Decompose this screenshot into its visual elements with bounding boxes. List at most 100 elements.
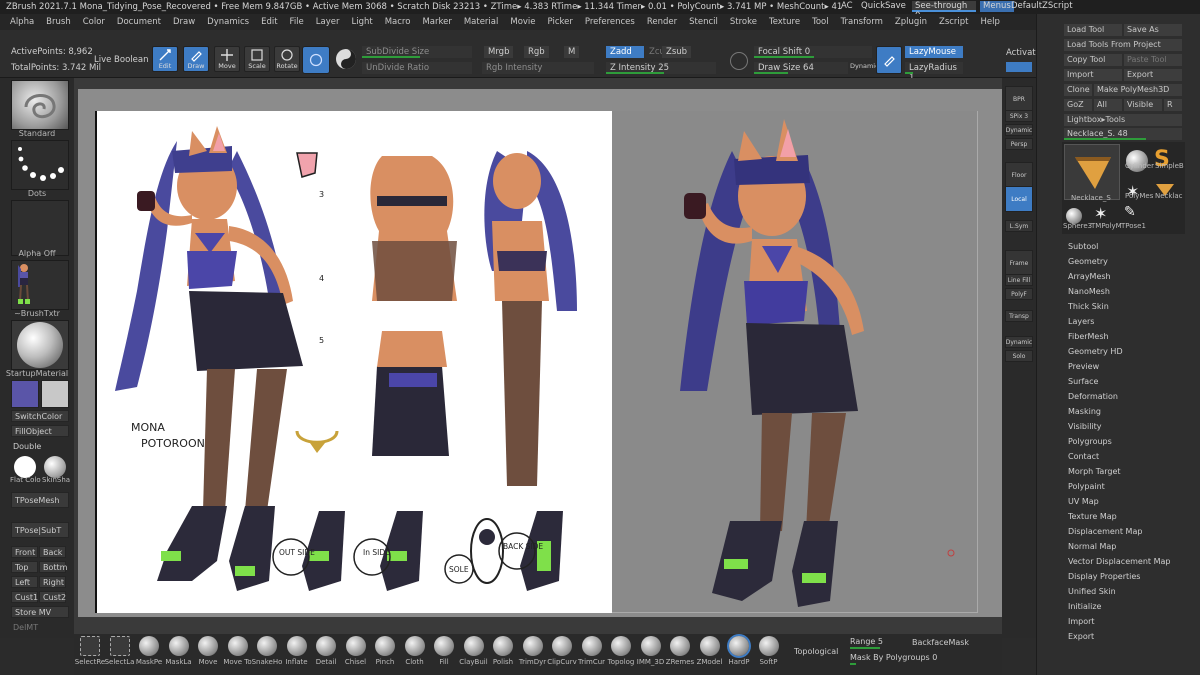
brush-snakeho[interactable]: SnakeHo: [252, 636, 282, 672]
tool-button-load-tool[interactable]: Load Tool: [1064, 24, 1122, 36]
tool-button-visible[interactable]: Visible: [1124, 99, 1162, 111]
brush-maskla[interactable]: MaskLa: [165, 636, 193, 672]
skin-shade-icon[interactable]: [44, 456, 66, 478]
menu-item-draw[interactable]: Draw: [173, 17, 195, 27]
menu-item-file[interactable]: File: [290, 17, 304, 27]
brush-hardp[interactable]: HardP: [725, 636, 753, 672]
menu-item-material[interactable]: Material: [464, 17, 499, 27]
brush-selectre[interactable]: SelectRe: [75, 636, 105, 672]
switch-color-button[interactable]: SwitchColor: [11, 410, 69, 422]
menu-item-preferences[interactable]: Preferences: [585, 17, 635, 27]
menu-item-edit[interactable]: Edit: [261, 17, 277, 27]
right-shelf-floor-4[interactable]: Floor: [1005, 162, 1033, 188]
subpalette-displacement-map[interactable]: Displacement Map: [1068, 527, 1142, 536]
brush-inflate[interactable]: Inflate: [283, 636, 311, 672]
view-button-top[interactable]: Top: [11, 561, 38, 573]
menu-item-document[interactable]: Document: [117, 17, 161, 27]
tool-button-export[interactable]: Export: [1124, 69, 1182, 81]
view-button-front[interactable]: Front: [11, 546, 38, 558]
fill-object-button[interactable]: FillObject: [11, 425, 69, 437]
stroke-thumbnail[interactable]: [11, 140, 69, 190]
subpalette-deformation[interactable]: Deformation: [1068, 392, 1118, 401]
brush-claybuil[interactable]: ClayBuil: [459, 636, 488, 672]
menu-item-zscript[interactable]: Zscript: [939, 17, 969, 27]
3d-model-viewport[interactable]: [612, 111, 978, 613]
menu-item-dynamics[interactable]: Dynamics: [207, 17, 249, 27]
subpalette-surface[interactable]: Surface: [1068, 377, 1098, 386]
right-shelf-dynamic-11[interactable]: Dynamic: [1005, 336, 1033, 348]
subpalette-geometry-hd[interactable]: Geometry HD: [1068, 347, 1123, 356]
material-thumbnail[interactable]: [11, 320, 69, 370]
necklace-tool-thumb[interactable]: [1064, 144, 1120, 200]
right-shelf-frame-7[interactable]: Frame: [1005, 250, 1033, 276]
right-shelf-spix-3-1[interactable]: SPix 3: [1005, 110, 1033, 122]
mrgb-button[interactable]: Mrgb: [484, 46, 514, 58]
del-mt-button[interactable]: DelMT: [13, 623, 38, 632]
brush-fill[interactable]: Fill: [430, 636, 458, 672]
brush-selectla[interactable]: SelectLa: [105, 636, 134, 672]
subpalette-morph-target[interactable]: Morph Target: [1068, 467, 1121, 476]
brush-chisel[interactable]: Chisel: [342, 636, 370, 672]
view-button-cust2[interactable]: Cust2: [39, 591, 66, 603]
brush-polish[interactable]: Polish: [489, 636, 517, 672]
tool-button-paste-tool[interactable]: Paste Tool: [1124, 54, 1182, 66]
subpalette-polypaint[interactable]: Polypaint: [1068, 482, 1105, 491]
brush-zremes[interactable]: ZRemes: [666, 636, 694, 672]
live-boolean-button[interactable]: Live Boolean: [94, 55, 148, 65]
tpose-figure-icon[interactable]: ✎: [1124, 204, 1136, 220]
store-mv-button[interactable]: Store MV: [11, 606, 69, 618]
view-button-back[interactable]: Back: [39, 546, 66, 558]
tool-button-load-tools-from-project[interactable]: Load Tools From Project: [1064, 39, 1182, 51]
brush-thumbnail[interactable]: [11, 80, 69, 130]
flat-color-icon[interactable]: [14, 456, 36, 478]
subpalette-preview[interactable]: Preview: [1068, 362, 1099, 371]
tool-button-all[interactable]: All: [1094, 99, 1122, 111]
menu-item-brush[interactable]: Brush: [46, 17, 71, 27]
subpalette-masking[interactable]: Masking: [1068, 407, 1101, 416]
right-shelf-solo-12[interactable]: Solo: [1005, 350, 1033, 362]
brush-maskpe[interactable]: MaskPe: [135, 636, 163, 672]
menu-item-tool[interactable]: Tool: [812, 17, 829, 27]
brush-trimdyr[interactable]: TrimDyr: [519, 636, 547, 672]
lazyradius-slider[interactable]: LazyRadius 1: [905, 62, 963, 83]
tool-button-lightbox-tools[interactable]: Lightbox▸Tools: [1064, 114, 1182, 126]
menu-item-alpha[interactable]: Alpha: [10, 17, 34, 27]
subpalette-geometry[interactable]: Geometry: [1068, 257, 1108, 266]
z-intensity-slider[interactable]: Z Intensity 25: [606, 62, 716, 74]
tpose-mesh-button[interactable]: TPoseMesh: [11, 492, 69, 508]
subpalette-contact[interactable]: Contact: [1068, 452, 1099, 461]
subpalette-import[interactable]: Import: [1068, 617, 1095, 626]
default-zscript-button[interactable]: DefaultZScript: [1008, 1, 1076, 12]
tool-button-r[interactable]: R: [1164, 99, 1182, 111]
subpalette-export[interactable]: Export: [1068, 632, 1094, 641]
subpalette-arraymesh[interactable]: ArrayMesh: [1068, 272, 1111, 281]
tool-button-goz[interactable]: GoZ: [1064, 99, 1092, 111]
lazymouse-icon[interactable]: [876, 46, 902, 74]
subpalette-uv-map[interactable]: UV Map: [1068, 497, 1099, 506]
brush-imm-3d[interactable]: IMM_3D: [637, 636, 665, 672]
tool-button-import[interactable]: Import: [1064, 69, 1122, 81]
texture-thumbnail[interactable]: [11, 260, 69, 310]
range-slider[interactable]: Range 5: [850, 637, 910, 649]
right-shelf-bpr-0[interactable]: BPR: [1005, 86, 1033, 112]
draw-button[interactable]: Draw: [183, 46, 209, 72]
menu-item-help[interactable]: Help: [981, 17, 1000, 27]
subpalette-nanomesh[interactable]: NanoMesh: [1068, 287, 1110, 296]
brush-pinch[interactable]: Pinch: [371, 636, 399, 672]
see-through-slider[interactable]: See-through 0: [912, 1, 976, 21]
subdivide-size-slider[interactable]: SubDivide Size: [362, 46, 472, 58]
menu-item-render[interactable]: Render: [647, 17, 677, 27]
tool-button-make-polymesh3d[interactable]: Make PolyMesh3D: [1094, 84, 1182, 96]
brush-move[interactable]: Move: [194, 636, 222, 672]
dynamic-button[interactable]: Dynamic: [850, 62, 879, 70]
rgb-button[interactable]: Rgb: [524, 46, 549, 58]
move-button[interactable]: Move: [214, 46, 240, 72]
backface-mask-button[interactable]: BackfaceMask: [912, 638, 969, 647]
tpose-subt-button[interactable]: TPose|SubT: [11, 522, 69, 538]
brush-detail[interactable]: Detail: [312, 636, 340, 672]
brush-topolog[interactable]: Topolog: [607, 636, 635, 672]
m-button[interactable]: M: [564, 46, 580, 58]
rotate-button[interactable]: Rotate: [274, 46, 300, 72]
brush-zmodel[interactable]: ZModel: [696, 636, 724, 672]
subpalette-fibermesh[interactable]: FiberMesh: [1068, 332, 1109, 341]
